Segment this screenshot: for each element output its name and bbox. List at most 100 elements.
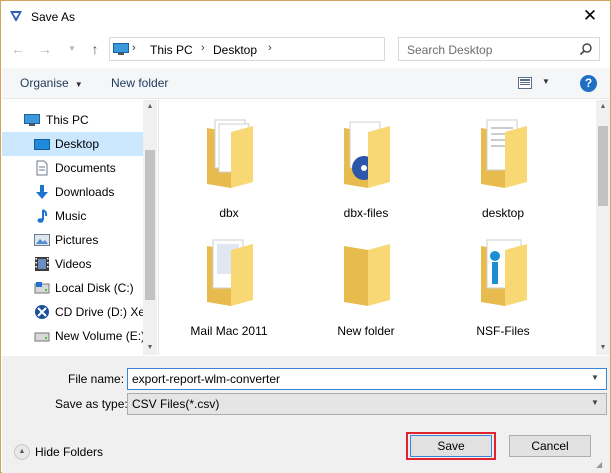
- documents-icon: [36, 160, 48, 176]
- save-button[interactable]: Save: [410, 435, 492, 457]
- file-item[interactable]: dbx: [169, 100, 289, 220]
- search-icon: [579, 43, 592, 56]
- arrow-up-icon: ↑: [91, 41, 99, 57]
- file-list: dbx dbx-files desktop Mail Mac 2011 New …: [158, 100, 596, 355]
- recent-locations-button[interactable]: ▼: [63, 39, 81, 59]
- file-name-input[interactable]: [128, 369, 584, 389]
- search-input[interactable]: Search Desktop: [407, 43, 492, 57]
- close-button[interactable]: ✕: [573, 3, 607, 29]
- save-as-type-label: Save as type:: [55, 397, 128, 411]
- sidebar-item-local-disk[interactable]: Local Disk (C:): [2, 276, 145, 300]
- cancel-button[interactable]: Cancel: [509, 435, 591, 457]
- file-list-scrollbar[interactable]: ▲ ▼: [596, 100, 610, 355]
- music-icon: [37, 209, 48, 223]
- save-as-type-select[interactable]: CSV Files(*.csv) ▼: [127, 393, 607, 415]
- scroll-up-icon[interactable]: ▲: [143, 100, 157, 114]
- sidebar-item-label: Pictures: [55, 233, 99, 247]
- folder-icon: [344, 244, 390, 306]
- sidebar-item-cd-drive[interactable]: CD Drive (D:) Xe: [2, 300, 145, 324]
- pc-icon: [24, 114, 40, 126]
- chevron-down-icon[interactable]: ▼: [591, 373, 599, 382]
- chevron-down-icon: ▼: [591, 398, 599, 407]
- arrow-right-icon: →: [38, 41, 52, 57]
- search-box[interactable]: Search Desktop: [398, 37, 600, 61]
- sidebar-item-new-volume[interactable]: New Volume (E:): [2, 324, 145, 348]
- file-item[interactable]: [169, 336, 289, 355]
- breadcrumb-separator-icon: ›: [132, 42, 136, 54]
- new-folder-button[interactable]: New folder: [111, 76, 168, 90]
- file-item[interactable]: New folder: [306, 218, 426, 338]
- file-item[interactable]: Mail Mac 2011: [169, 218, 289, 338]
- sidebar-item-music[interactable]: Music: [2, 204, 145, 228]
- address-bar[interactable]: › This PC › Desktop › ▼ ↻: [109, 37, 486, 61]
- breadcrumb-separator-icon: ›: [268, 42, 272, 54]
- arrow-left-icon: ←: [11, 41, 25, 57]
- local-disk-icon: [34, 282, 50, 294]
- sidebar-item-label: Downloads: [55, 185, 115, 199]
- videos-icon: [35, 257, 49, 271]
- hide-folders-label: Hide Folders: [35, 445, 104, 459]
- sidebar-item-label: Desktop: [55, 137, 100, 151]
- forward-button[interactable]: →: [36, 39, 54, 59]
- file-item[interactable]: [443, 336, 563, 355]
- sidebar-item-label: Music: [55, 209, 87, 223]
- chevron-down-icon: ▼: [68, 44, 76, 53]
- help-icon[interactable]: ?: [580, 75, 597, 92]
- cd-drive-icon: [35, 305, 49, 319]
- organise-button[interactable]: Organise ▼: [20, 76, 83, 90]
- scroll-down-icon[interactable]: ▼: [596, 341, 610, 355]
- breadcrumb-this-pc[interactable]: This PC: [150, 43, 193, 57]
- folder-docs-icon: [207, 119, 253, 188]
- folder-docs-icon: [207, 239, 253, 306]
- sidebar-item-documents[interactable]: Documents: [2, 156, 145, 180]
- folder-disc-icon: [344, 121, 390, 188]
- chevron-up-icon: ▲: [14, 444, 30, 460]
- file-item[interactable]: dbx-files: [306, 100, 426, 220]
- folder-icon: [477, 350, 529, 355]
- scroll-down-icon[interactable]: ▼: [143, 341, 157, 355]
- title-bar: Save As ✕: [1, 1, 610, 32]
- resize-grip-icon[interactable]: ◢: [596, 460, 602, 469]
- save-form: File name: ▼ Save as type: CSV Files(*.c…: [2, 356, 610, 473]
- folder-icon: [340, 350, 392, 355]
- scroll-up-icon[interactable]: ▲: [596, 100, 610, 114]
- folder-icon: [203, 350, 255, 355]
- sidebar-item-this-pc[interactable]: This PC: [2, 108, 145, 132]
- scrollbar-thumb[interactable]: [598, 126, 608, 206]
- pc-icon: [113, 43, 129, 55]
- sidebar-item-desktop[interactable]: Desktop: [2, 132, 145, 156]
- save-as-dialog: Save As ✕ ← → ▼ ↑ › This PC › Desktop ›: [0, 0, 611, 473]
- sidebar-item-videos[interactable]: Videos: [2, 252, 145, 276]
- folder-docs-icon: [481, 119, 527, 188]
- folder-app-icon: [481, 239, 527, 306]
- view-caret-icon[interactable]: ▼: [542, 77, 550, 86]
- close-icon: ✕: [582, 6, 598, 25]
- app-icon: [10, 11, 22, 22]
- sidebar-item-label: Local Disk (C:): [55, 281, 134, 295]
- pictures-icon: [34, 234, 50, 246]
- navigation-pane-scrollbar[interactable]: ▲ ▼: [143, 100, 157, 355]
- navigation-pane: This PC Desktop Documents Downloads Musi…: [2, 100, 157, 355]
- sidebar-item-label: Documents: [55, 161, 116, 175]
- organise-label: Organise: [20, 76, 69, 90]
- sidebar-item-label: This PC: [46, 113, 89, 127]
- file-item[interactable]: NSF-Files: [443, 218, 563, 338]
- file-item[interactable]: [306, 336, 426, 355]
- scrollbar-thumb[interactable]: [145, 150, 155, 300]
- breadcrumb-separator-icon: ›: [201, 42, 205, 54]
- sidebar-item-label: Videos: [55, 257, 92, 271]
- window-title: Save As: [31, 10, 76, 24]
- up-button[interactable]: ↑: [86, 39, 104, 59]
- file-item[interactable]: desktop: [443, 100, 563, 220]
- file-name-field[interactable]: ▼: [127, 368, 607, 390]
- sidebar-item-pictures[interactable]: Pictures: [2, 228, 145, 252]
- new-volume-icon: [34, 332, 50, 342]
- sidebar-item-downloads[interactable]: Downloads: [2, 180, 145, 204]
- view-options-icon[interactable]: [518, 77, 532, 89]
- downloads-icon: [36, 185, 48, 199]
- caret-down-icon: ▼: [74, 80, 83, 89]
- navigation-bar: ← → ▼ ↑ › This PC › Desktop › ▼ ↻ Search…: [1, 34, 610, 64]
- back-button[interactable]: ←: [9, 39, 27, 59]
- save-as-type-value: CSV Files(*.csv): [132, 397, 220, 411]
- breadcrumb-desktop[interactable]: Desktop: [213, 43, 257, 57]
